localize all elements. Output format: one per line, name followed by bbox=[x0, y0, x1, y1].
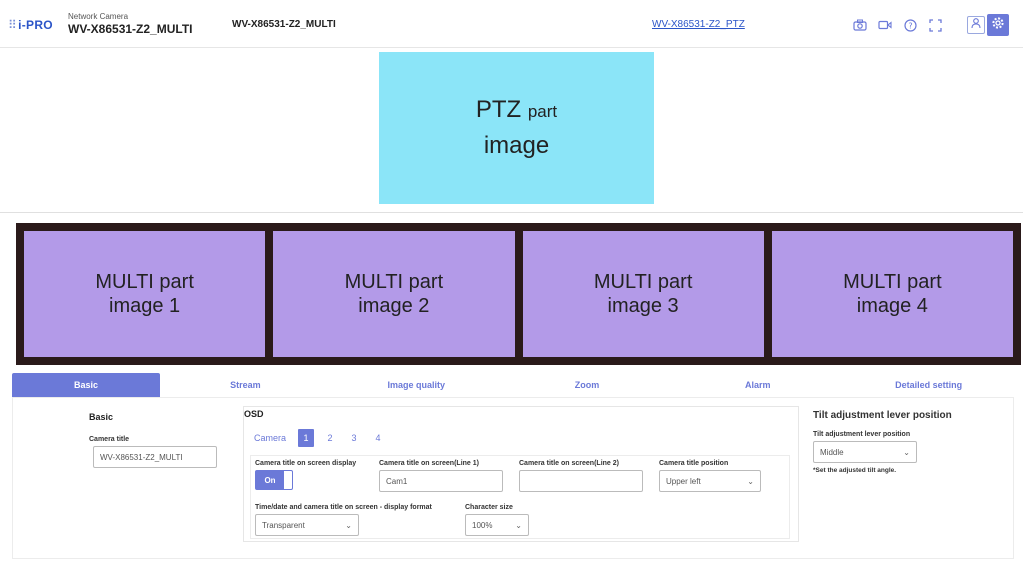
osd-fields: Camera title on screen display On Camera… bbox=[250, 455, 790, 539]
settings-tabs: Basic Stream Image quality Zoom Alarm De… bbox=[12, 373, 1014, 397]
camera-name: WV-X86531-Z2_MULTI bbox=[232, 19, 336, 30]
camera-title-label: Camera title bbox=[89, 436, 130, 443]
header-icons: ? bbox=[852, 17, 943, 33]
multi-image-4[interactable]: MULTI part image 4 bbox=[771, 231, 1013, 357]
title-display-toggle[interactable]: On bbox=[255, 470, 293, 490]
timedate-format-select[interactable]: Transparent ⌄ bbox=[255, 514, 359, 536]
basic-title: Basic bbox=[89, 412, 114, 422]
osd-camera-label: Camera bbox=[254, 433, 287, 443]
osd-camera-tab-2[interactable]: 2 bbox=[318, 429, 342, 447]
title-display-label: Camera title on screen display bbox=[255, 460, 357, 467]
osd-camera-tabs: Camera 1 2 3 4 bbox=[254, 429, 390, 447]
multi-image-strip: MULTI part image 1 MULTI part image 2 MULT… bbox=[16, 223, 1021, 365]
char-size-label: Character size bbox=[465, 504, 513, 511]
chevron-down-icon: ⌄ bbox=[515, 520, 522, 530]
ptz-camera-link[interactable]: WV-X86531-Z2_PTZ bbox=[652, 19, 745, 30]
tab-zoom[interactable]: Zoom bbox=[502, 373, 673, 397]
tab-alarm[interactable]: Alarm bbox=[672, 373, 843, 397]
fullscreen-icon[interactable] bbox=[927, 17, 943, 33]
osd-camera-tab-1[interactable]: 1 bbox=[298, 429, 315, 447]
model-subtitle: Network Camera bbox=[68, 12, 129, 21]
logo: ⠿i-PRO bbox=[8, 18, 53, 32]
svg-text:?: ? bbox=[908, 21, 912, 30]
settings-panel: Basic Camera title WV-X86531-Z2_MULTI OS… bbox=[12, 397, 1014, 559]
ptz-image-label: PTZ part image bbox=[475, 96, 558, 159]
model-name: WV-X86531-Z2_MULTI bbox=[68, 22, 193, 36]
header: ⠿i-PRO Network Camera WV-X86531-Z2_MULTI… bbox=[0, 0, 1023, 48]
chevron-down-icon: ⌄ bbox=[345, 520, 352, 530]
user-button[interactable] bbox=[967, 16, 985, 34]
char-size-select[interactable]: 100% ⌄ bbox=[465, 514, 529, 536]
model-block: Network Camera WV-X86531-Z2_MULTI bbox=[68, 12, 192, 36]
multi-image-3[interactable]: MULTI part image 3 bbox=[522, 231, 764, 357]
osd-camera-tab-3[interactable]: 3 bbox=[342, 429, 366, 447]
timedate-format-label: Time/date and camera title on screen - d… bbox=[255, 504, 432, 511]
chevron-down-icon: ⌄ bbox=[903, 447, 910, 457]
line2-input[interactable] bbox=[519, 470, 643, 492]
tilt-label: Tilt adjustment lever position bbox=[813, 431, 911, 438]
osd-section: OSD Camera 1 2 3 4 Camera title on scree… bbox=[243, 406, 799, 542]
camera-icon[interactable] bbox=[852, 17, 868, 33]
camera-title-input[interactable]: WV-X86531-Z2_MULTI bbox=[93, 446, 217, 468]
tab-detailed-setting[interactable]: Detailed setting bbox=[843, 373, 1014, 397]
osd-title: OSD bbox=[244, 409, 264, 419]
tilt-note: *Set the adjusted tilt angle. bbox=[813, 467, 897, 474]
user-icon bbox=[970, 16, 982, 34]
line2-label: Camera title on screen(Line 2) bbox=[519, 460, 619, 467]
tab-image-quality[interactable]: Image quality bbox=[331, 373, 502, 397]
help-icon[interactable]: ? bbox=[902, 17, 918, 33]
position-select[interactable]: Upper left ⌄ bbox=[659, 470, 761, 492]
logo-grid-icon: ⠿ bbox=[8, 18, 18, 32]
multi-image-1[interactable]: MULTI part image 1 bbox=[24, 231, 266, 357]
settings-button[interactable] bbox=[987, 14, 1009, 36]
basic-section: Basic Camera title WV-X86531-Z2_MULTI bbox=[89, 412, 217, 468]
line1-label: Camera title on screen(Line 1) bbox=[379, 460, 479, 467]
multi-image-2[interactable]: MULTI part image 2 bbox=[273, 231, 515, 357]
osd-camera-tab-4[interactable]: 4 bbox=[366, 429, 390, 447]
divider bbox=[0, 212, 1023, 213]
video-icon[interactable] bbox=[877, 17, 893, 33]
tab-basic[interactable]: Basic bbox=[12, 373, 160, 397]
position-label: Camera title position bbox=[659, 460, 729, 467]
tab-stream[interactable]: Stream bbox=[160, 373, 331, 397]
tilt-select[interactable]: Middle ⌄ bbox=[813, 441, 917, 463]
ptz-image: PTZ part image bbox=[379, 52, 654, 204]
tilt-section: Tilt adjustment lever position Tilt adju… bbox=[813, 410, 952, 474]
chevron-down-icon: ⌄ bbox=[747, 476, 754, 486]
gear-icon bbox=[991, 16, 1005, 35]
line1-input[interactable]: Cam1 bbox=[379, 470, 503, 492]
tilt-title: Tilt adjustment lever position bbox=[813, 410, 952, 421]
